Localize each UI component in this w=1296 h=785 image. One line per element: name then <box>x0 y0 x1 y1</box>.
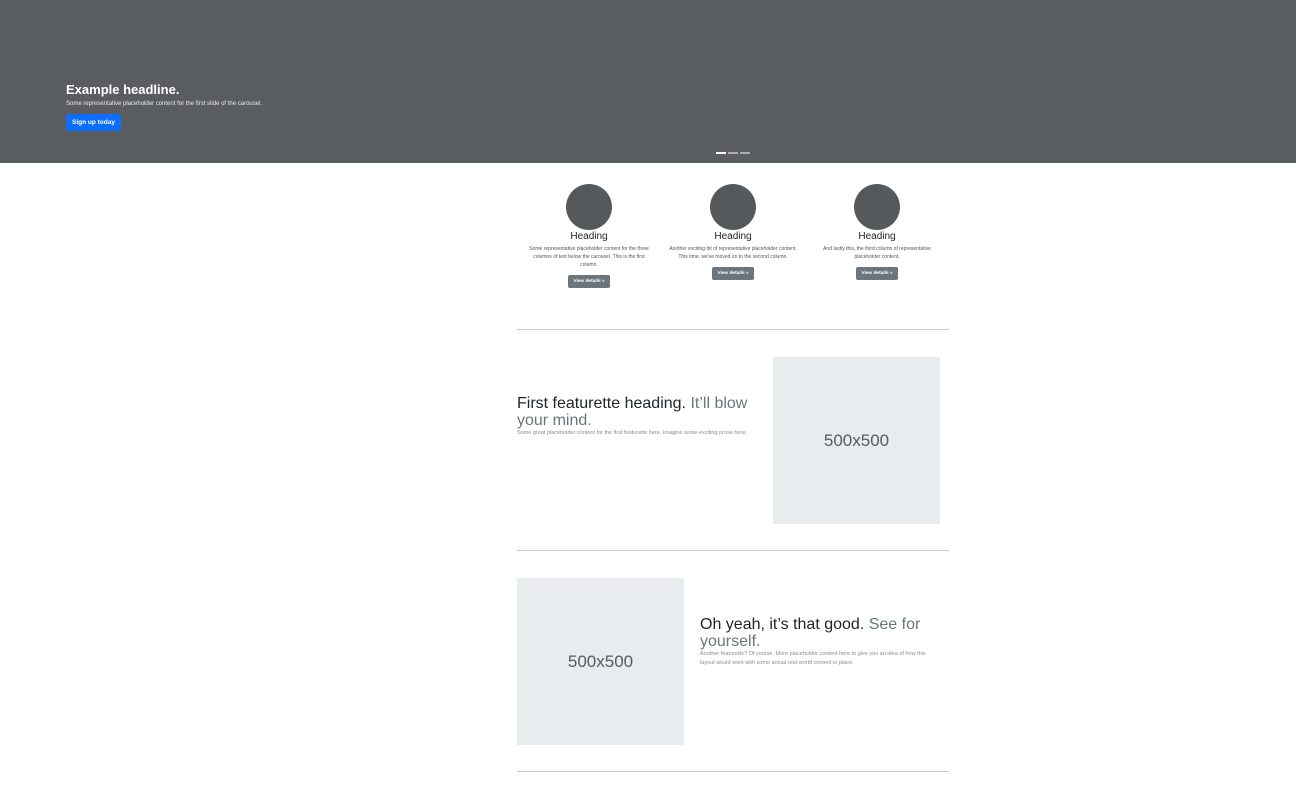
featurette-lead: Some great placeholder content for the f… <box>517 430 747 436</box>
column-heading: Heading <box>858 231 896 242</box>
featurette-divider <box>517 550 949 551</box>
carousel-indicator-1[interactable] <box>716 152 726 154</box>
column-thumbnail <box>710 184 756 230</box>
featurette-2-text: Oh yeah, it’s that good. See for yoursel… <box>700 616 940 668</box>
column-2: Heading Another exciting bit of represen… <box>661 184 805 288</box>
carousel-text: Some representative placeholder content … <box>66 101 263 107</box>
featurette-heading: First featurette heading. It’ll blow you… <box>517 395 767 429</box>
column-thumbnail <box>566 184 612 230</box>
column-heading: Heading <box>714 231 752 242</box>
featurette-heading: Oh yeah, it’s that good. See for yoursel… <box>700 616 940 650</box>
featurette-1-text: First featurette heading. It’ll blow you… <box>517 395 767 438</box>
column-3: Heading And lastly this, the third colum… <box>805 184 949 288</box>
carousel-indicators <box>716 152 750 154</box>
featurette-lead: Another featurette? Of course. More plac… <box>700 651 926 666</box>
column-heading: Heading <box>570 231 608 242</box>
column-text: And lastly this, the third column of rep… <box>823 246 931 260</box>
hero-carousel[interactable]: Example headline. Some representative pl… <box>0 0 1296 163</box>
featurette-divider <box>517 771 949 772</box>
carousel-caption: Example headline. Some representative pl… <box>66 82 262 131</box>
carousel-indicator-3[interactable] <box>740 152 750 154</box>
carousel-headline: Example headline. <box>66 82 180 97</box>
column-1: Heading Some representative placeholder … <box>517 184 661 288</box>
featurette-heading-main: Oh yeah, it’s that good. <box>700 616 865 633</box>
carousel-indicator-2[interactable] <box>728 152 738 154</box>
image-placeholder-label: 500x500 <box>567 651 634 671</box>
featurette-divider <box>517 329 949 330</box>
marketing-columns: Heading Some representative placeholder … <box>517 184 949 288</box>
featurette-1-image: 500x500 <box>773 357 940 524</box>
view-details-button[interactable]: View details » <box>712 267 754 280</box>
featurette-heading-main: First featurette heading. <box>517 395 686 412</box>
sign-up-button[interactable]: Sign up today <box>66 114 121 131</box>
column-thumbnail <box>854 184 900 230</box>
column-text: Another exciting bit of representative p… <box>669 246 797 260</box>
image-placeholder-label: 500x500 <box>823 430 890 450</box>
view-details-button[interactable]: View details » <box>856 267 898 280</box>
column-text: Some representative placeholder content … <box>529 246 649 268</box>
view-details-button[interactable]: View details » <box>568 275 610 288</box>
featurette-2-image: 500x500 <box>517 578 684 745</box>
